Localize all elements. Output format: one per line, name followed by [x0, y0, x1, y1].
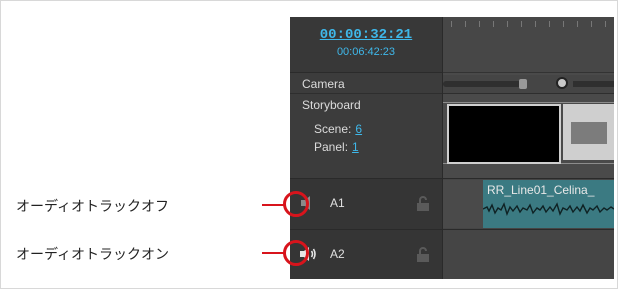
lock-icon[interactable]	[416, 247, 430, 263]
layer-list: 00:00:32:21 00:06:42:23 Camera Storyboar…	[290, 17, 443, 279]
audio-track-a2-name: A2	[330, 247, 345, 261]
storyboard-track[interactable]	[443, 94, 614, 177]
audio-track-a1[interactable]: RR_Line01_Celina_	[443, 178, 614, 229]
audio-track-a2[interactable]	[443, 229, 614, 279]
storyboard-layer[interactable]: Storyboard Scene: 6 Panel: 1	[290, 94, 442, 177]
audio-track-a2-header[interactable]: A2	[290, 229, 442, 279]
timecode-box: 00:00:32:21 00:06:42:23	[290, 17, 442, 73]
audio-off-caption: オーディオトラックオフ	[16, 199, 170, 215]
panel-link[interactable]: 1	[352, 140, 359, 154]
camera-track[interactable]	[443, 75, 614, 94]
timeline-panel: 00:00:32:21 00:06:42:23 Camera Storyboar…	[290, 17, 614, 279]
audio-on-caption: オーディオトラックオン	[16, 247, 170, 263]
time-ruler[interactable]	[443, 17, 614, 73]
audio-track-a1-name: A1	[330, 196, 345, 210]
camera-layer-label: Camera	[302, 77, 345, 91]
panel-label: Panel:	[314, 140, 349, 154]
waveform	[483, 202, 614, 216]
storyboard-layer-label: Storyboard	[302, 98, 361, 112]
audio-on-pointer-line	[262, 252, 284, 254]
camera-keyframe[interactable]	[519, 79, 527, 89]
lock-icon[interactable]	[416, 196, 430, 212]
audio-off-pointer-line	[262, 204, 284, 206]
camera-segment	[573, 81, 614, 87]
track-area[interactable]: RR_Line01_Celina_	[443, 17, 614, 279]
camera-segment	[443, 81, 523, 87]
audio-clip[interactable]: RR_Line01_Celina_	[483, 180, 614, 228]
current-timecode[interactable]: 00:00:32:21	[290, 27, 442, 43]
audio-off-highlight-circle	[283, 191, 309, 217]
empty-gap	[443, 180, 483, 228]
scene-link[interactable]: 6	[355, 122, 362, 136]
scene-label: Scene:	[314, 122, 352, 136]
panel-thumbnail[interactable]	[563, 104, 614, 160]
audio-clip-label: RR_Line01_Celina_	[487, 183, 595, 197]
camera-layer[interactable]: Camera	[290, 75, 442, 94]
camera-keyframe[interactable]	[556, 77, 568, 89]
panel-info: Panel: 1	[314, 140, 359, 154]
audio-on-highlight-circle	[283, 240, 309, 266]
audio-track-a1-header[interactable]: A1	[290, 178, 442, 229]
scene-info: Scene: 6	[314, 122, 362, 136]
total-duration: 00:06:42:23	[336, 46, 396, 58]
panel-image	[571, 122, 607, 144]
panel-thumbnail[interactable]	[447, 104, 561, 164]
